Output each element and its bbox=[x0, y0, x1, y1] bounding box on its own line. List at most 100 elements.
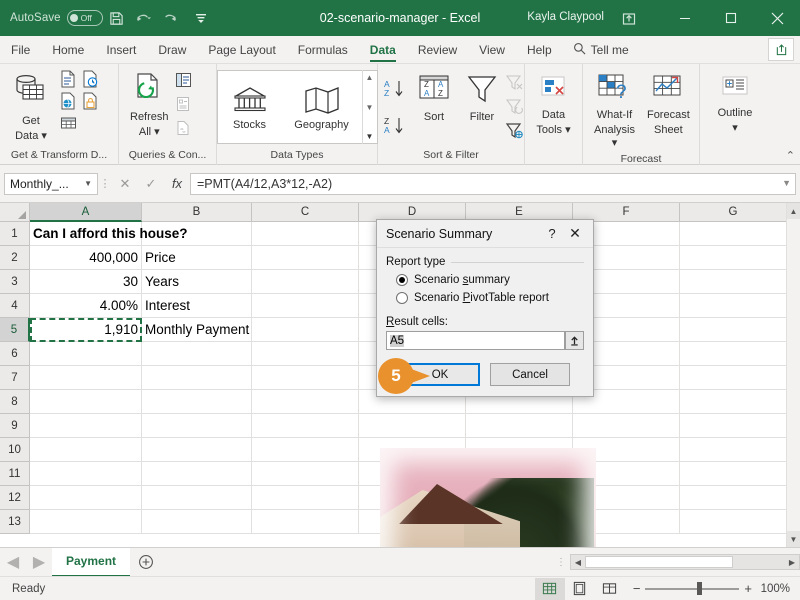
queries-and-connections-icon[interactable] bbox=[175, 68, 192, 92]
cell-a6[interactable] bbox=[30, 342, 142, 366]
column-header-c[interactable]: C bbox=[252, 203, 359, 222]
data-tools-button[interactable]: Data Tools ▾ bbox=[530, 72, 576, 139]
cell-b6[interactable] bbox=[142, 342, 252, 366]
cell-b1[interactable] bbox=[142, 222, 252, 246]
row-header-4[interactable]: 4 bbox=[0, 294, 30, 318]
outline-dropdown-icon[interactable]: ▾ bbox=[732, 122, 738, 135]
house-with-pool-photo[interactable] bbox=[380, 448, 596, 547]
cell-f9[interactable] bbox=[573, 414, 680, 438]
cell-a11[interactable] bbox=[30, 462, 142, 486]
cell-c10[interactable] bbox=[252, 438, 359, 462]
cell-c12[interactable] bbox=[252, 486, 359, 510]
cell-g9[interactable] bbox=[680, 414, 787, 438]
cell-c9[interactable] bbox=[252, 414, 359, 438]
row-header-12[interactable]: 12 bbox=[0, 486, 30, 510]
row-header-9[interactable]: 9 bbox=[0, 414, 30, 438]
what-if-analysis-button[interactable]: ? What-If Analysis ▾ bbox=[588, 70, 641, 152]
existing-connections-icon[interactable] bbox=[79, 90, 101, 112]
cell-c5[interactable] bbox=[252, 318, 359, 342]
horizontal-scrollbar[interactable]: ◀ ▶ bbox=[570, 554, 800, 570]
cell-a5[interactable]: 1,910 bbox=[30, 318, 142, 342]
sort-descending-icon[interactable]: ZA bbox=[383, 115, 409, 137]
cell-b10[interactable] bbox=[142, 438, 252, 462]
cell-b8[interactable] bbox=[142, 390, 252, 414]
cell-a4[interactable]: 4.00% bbox=[30, 294, 142, 318]
recent-sources-icon[interactable] bbox=[79, 68, 101, 90]
radio-button-icon[interactable] bbox=[396, 292, 408, 304]
cell-g10[interactable] bbox=[680, 438, 787, 462]
scroll-left-icon[interactable]: ◀ bbox=[571, 555, 585, 569]
scroll-up-icon[interactable]: ▲ bbox=[786, 203, 800, 219]
cell-g3[interactable] bbox=[680, 270, 787, 294]
refresh-all-button[interactable]: Refresh All ▾ bbox=[124, 68, 175, 141]
prev-sheet-icon[interactable]: ◀ bbox=[0, 548, 26, 577]
tab-draw[interactable]: Draw bbox=[147, 37, 197, 63]
outline-button[interactable]: Outline ▾ bbox=[712, 72, 759, 137]
cell-c3[interactable] bbox=[252, 270, 359, 294]
cancel-button[interactable]: Cancel bbox=[490, 363, 570, 386]
sheet-tab-payment[interactable]: Payment bbox=[52, 547, 131, 577]
row-header-11[interactable]: 11 bbox=[0, 462, 30, 486]
cell-b5[interactable]: Monthly Payment bbox=[142, 318, 252, 342]
row-header-3[interactable]: 3 bbox=[0, 270, 30, 294]
tab-data[interactable]: Data bbox=[359, 37, 407, 63]
cell-g6[interactable] bbox=[680, 342, 787, 366]
radio-scenario-pivottable-report[interactable]: Scenario PivotTable report bbox=[396, 292, 584, 304]
zoom-level[interactable]: 100% bbox=[760, 583, 800, 595]
cell-a13[interactable] bbox=[30, 510, 142, 534]
cancel-icon[interactable]: ✕ bbox=[112, 173, 138, 195]
row-header-5[interactable]: 5 bbox=[0, 318, 30, 342]
cell-g4[interactable] bbox=[680, 294, 787, 318]
tab-view[interactable]: View bbox=[468, 37, 516, 63]
add-sheet-icon[interactable] bbox=[130, 548, 162, 577]
restore-icon[interactable] bbox=[708, 0, 754, 36]
scroll-down-icon[interactable]: ▼ bbox=[786, 531, 800, 547]
cell-g7[interactable] bbox=[680, 366, 787, 390]
next-sheet-icon[interactable]: ▶ bbox=[26, 548, 52, 577]
tab-review[interactable]: Review bbox=[407, 37, 468, 63]
radio-button-icon[interactable] bbox=[396, 274, 408, 286]
cell-a2[interactable]: 400,000 bbox=[30, 246, 142, 270]
page-break-preview-icon[interactable] bbox=[595, 578, 625, 600]
cell-g11[interactable] bbox=[680, 462, 787, 486]
from-text-csv-icon[interactable] bbox=[57, 68, 79, 90]
radio-scenario-summary[interactable]: Scenario summary bbox=[396, 274, 584, 286]
advanced-filter-icon[interactable] bbox=[505, 118, 524, 142]
cell-b2[interactable]: Price bbox=[142, 246, 252, 270]
cell-a8[interactable] bbox=[30, 390, 142, 414]
vertical-scrollbar[interactable]: ▲ ▼ bbox=[786, 203, 800, 547]
cell-a7[interactable] bbox=[30, 366, 142, 390]
row-header-2[interactable]: 2 bbox=[0, 246, 30, 270]
cell-b13[interactable] bbox=[142, 510, 252, 534]
user-account-name[interactable]: Kayla Claypool bbox=[527, 11, 604, 23]
row-header-10[interactable]: 10 bbox=[0, 438, 30, 462]
share-button[interactable] bbox=[768, 38, 794, 61]
share-icon[interactable] bbox=[618, 8, 640, 28]
get-data-button[interactable]: Get Data ▾ bbox=[5, 68, 57, 145]
select-all-corner[interactable] bbox=[0, 203, 30, 222]
data-types-gallery-spinner[interactable]: ▲ ▼ ▼ bbox=[361, 70, 377, 144]
sort-ascending-icon[interactable]: AZ bbox=[383, 78, 409, 100]
filter-button[interactable]: Filter bbox=[459, 70, 505, 126]
gallery-up-icon[interactable]: ▲ bbox=[366, 73, 374, 82]
from-web-icon[interactable] bbox=[57, 90, 79, 112]
cell-c7[interactable] bbox=[252, 366, 359, 390]
cell-g13[interactable] bbox=[680, 510, 787, 534]
close-icon[interactable]: ✕ bbox=[563, 225, 587, 242]
cell-b7[interactable] bbox=[142, 366, 252, 390]
expand-formula-bar-icon[interactable]: ▼ bbox=[782, 178, 791, 188]
sort-button[interactable]: ZAAZ Sort bbox=[409, 70, 459, 126]
row-header-6[interactable]: 6 bbox=[0, 342, 30, 366]
collapse-dialog-icon[interactable] bbox=[565, 331, 584, 350]
dialog-title-bar[interactable]: Scenario Summary ? ✕ bbox=[377, 220, 593, 248]
cell-a1[interactable]: Can I afford this house? bbox=[30, 222, 188, 246]
horizontal-scroll-thumb[interactable] bbox=[585, 556, 733, 568]
cell-d9[interactable] bbox=[359, 414, 466, 438]
cell-c11[interactable] bbox=[252, 462, 359, 486]
cell-c2[interactable] bbox=[252, 246, 359, 270]
cell-g1[interactable] bbox=[680, 222, 787, 246]
column-header-g[interactable]: G bbox=[680, 203, 787, 222]
name-box-dropdown-icon[interactable]: ▼ bbox=[84, 179, 92, 188]
row-header-7[interactable]: 7 bbox=[0, 366, 30, 390]
minimize-icon[interactable] bbox=[662, 0, 708, 36]
